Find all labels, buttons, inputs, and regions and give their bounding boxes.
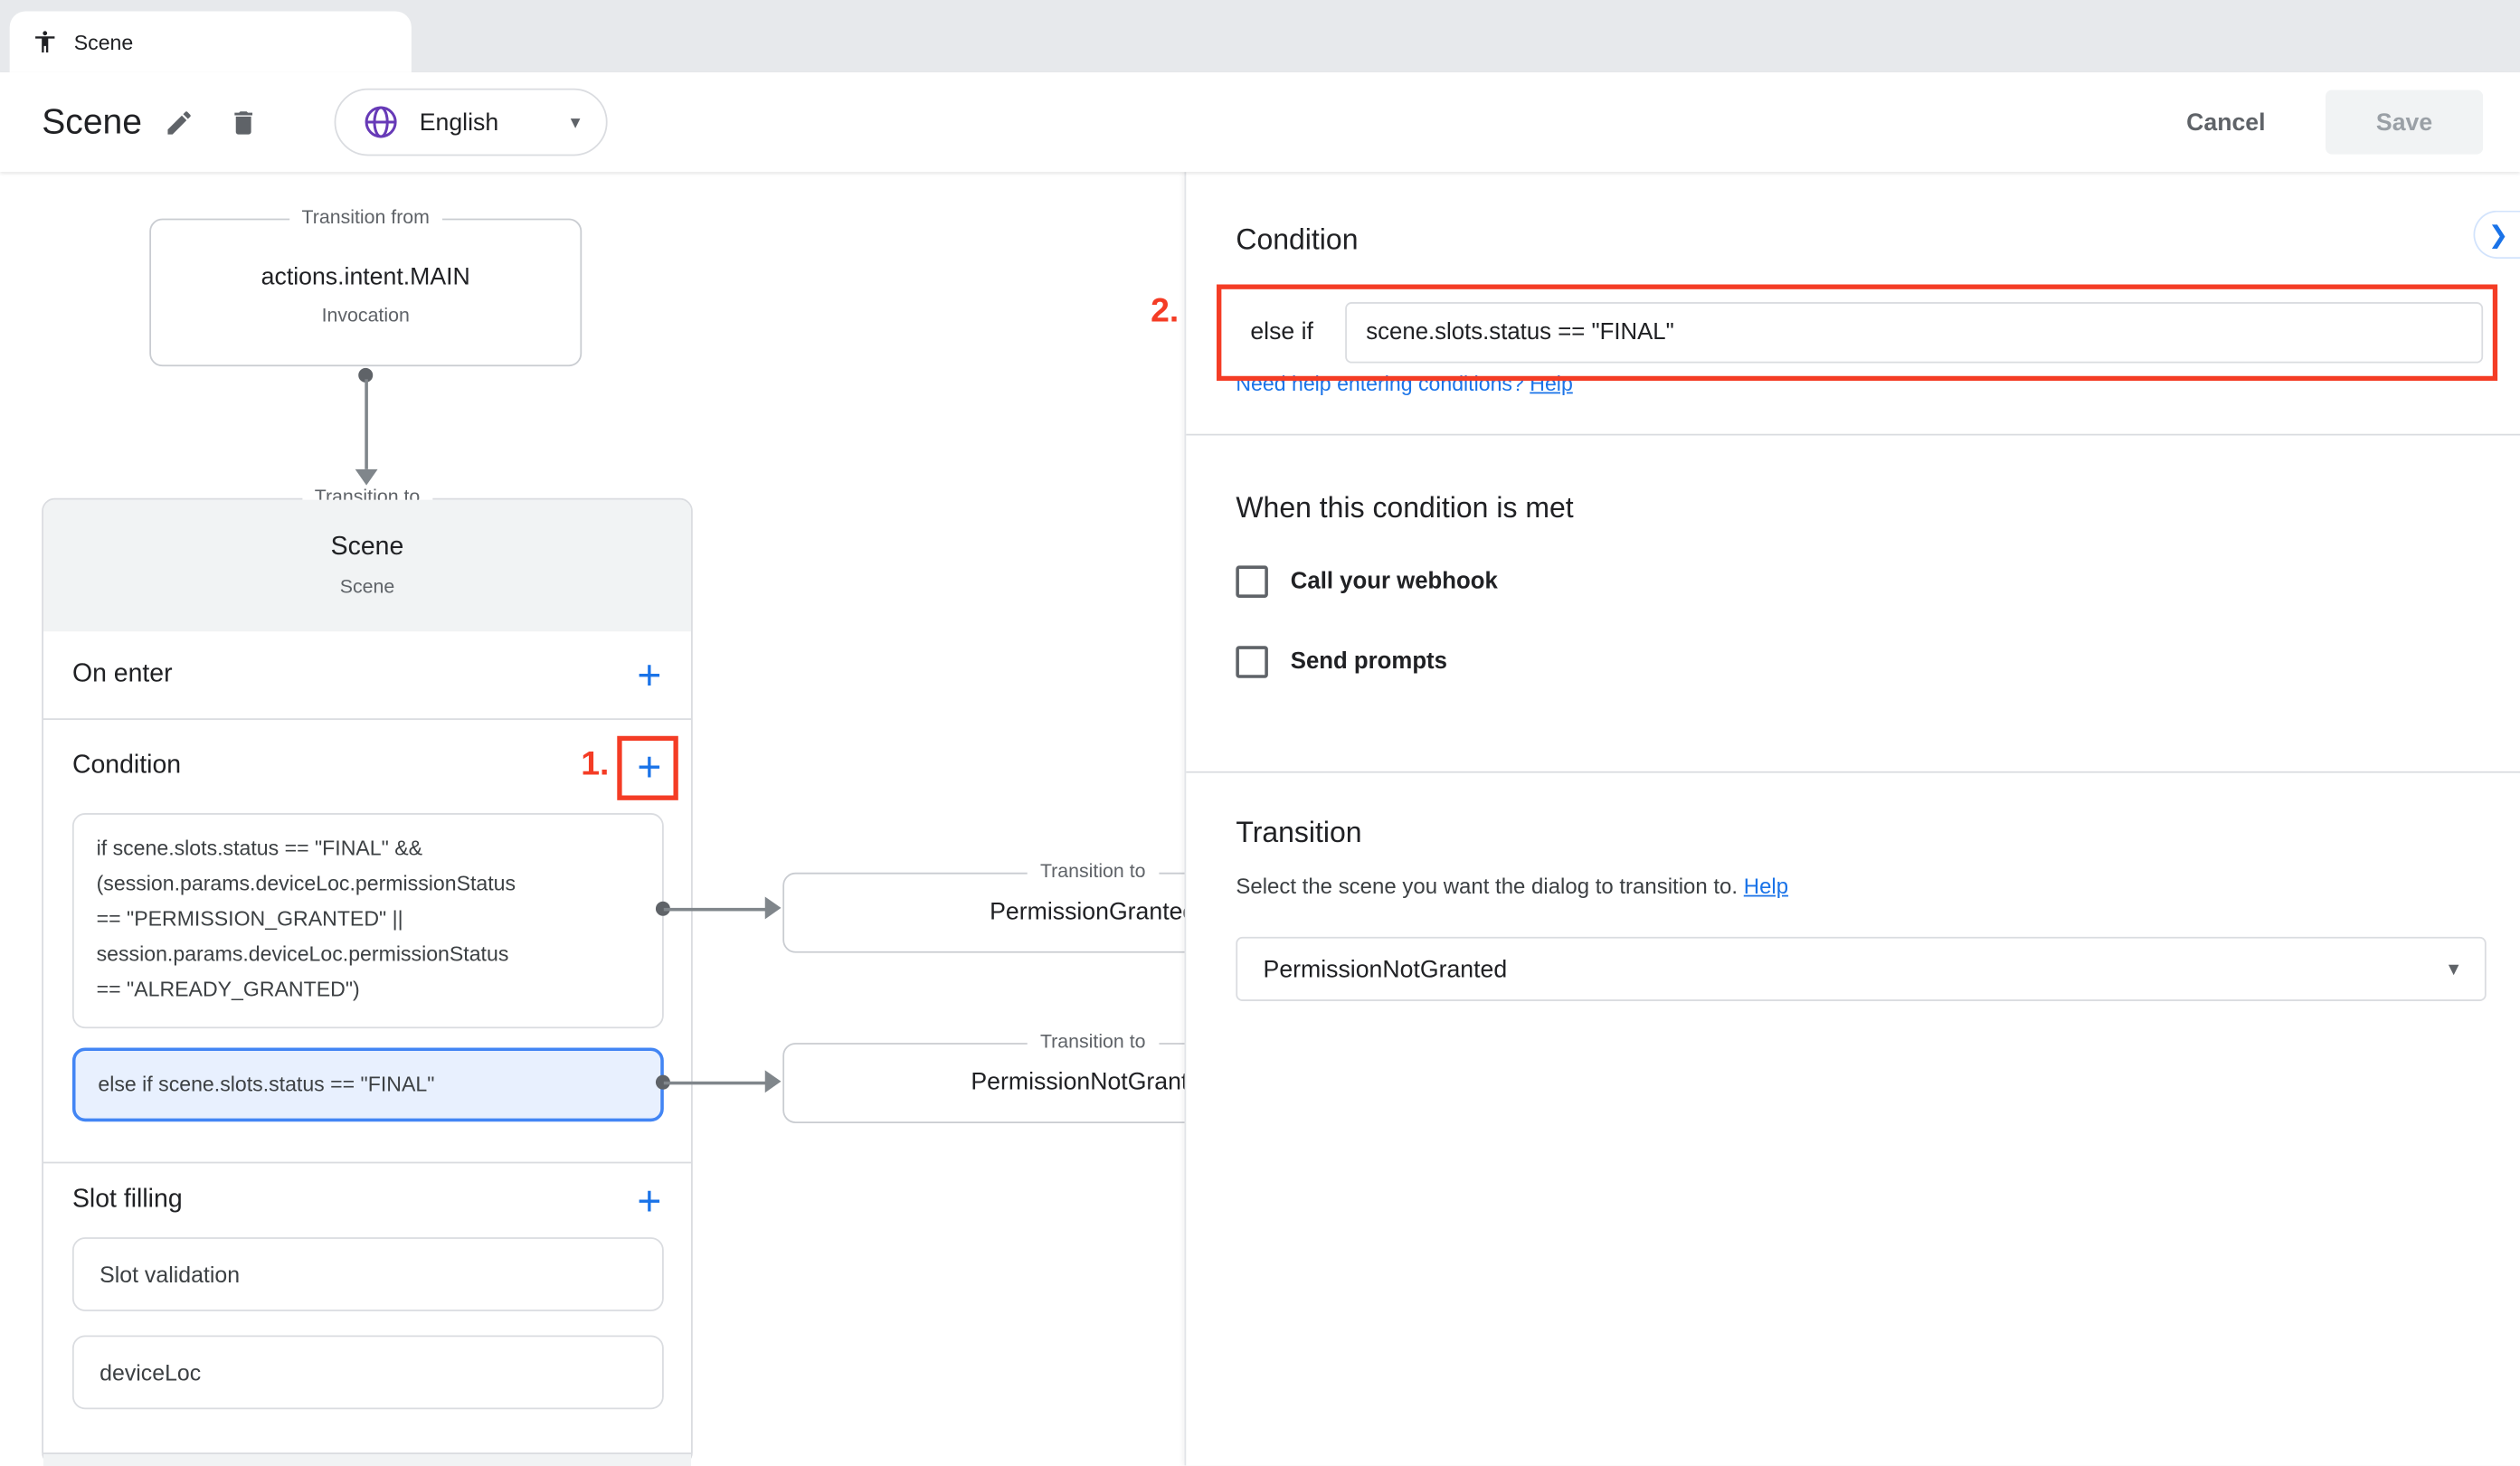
condition-expression-input[interactable]: [1345, 302, 2483, 364]
connector-line: [664, 1082, 767, 1085]
transition-help-line: Select the scene you want the dialog to …: [1236, 875, 1788, 899]
condition-section: Condition +: [43, 720, 691, 813]
condition-heading: Condition: [1236, 223, 1358, 257]
intent-name: actions.intent.MAIN: [151, 263, 580, 290]
scene-card-header: Scene Scene: [43, 500, 691, 632]
add-condition-button[interactable]: +: [623, 741, 675, 792]
language-selector[interactable]: English ▾: [335, 89, 608, 156]
slot-filling-section: Slot filling +: [43, 1162, 691, 1238]
help-text: Need help entering conditions?: [1236, 371, 1523, 395]
tab-title: Scene: [74, 30, 134, 54]
connector-arrowhead-icon: [765, 1070, 782, 1092]
scene-node-subtitle: Scene: [43, 575, 691, 598]
chevron-right-icon: ❯: [2488, 220, 2508, 249]
transition-scene-select[interactable]: PermissionNotGranted ▾: [1236, 937, 2486, 1001]
transition-heading: Transition: [1236, 817, 1361, 850]
caret-down-icon: ▾: [2449, 956, 2459, 981]
slot-validation-item[interactable]: Slot validation: [72, 1237, 664, 1311]
condition-item-2-selected[interactable]: else if scene.slots.status == "FINAL": [72, 1047, 664, 1121]
page-title: Scene: [42, 72, 142, 172]
condition-help-line: Need help entering conditions? Help: [1236, 371, 1572, 395]
intent-type: Invocation: [151, 304, 580, 326]
add-on-enter-button[interactable]: +: [623, 649, 675, 701]
edit-scene-button[interactable]: [155, 98, 203, 146]
connector-arrowhead-icon: [765, 896, 782, 919]
on-enter-section: On enter +: [43, 631, 691, 720]
on-enter-title: On enter: [72, 660, 173, 689]
send-prompts-checkbox[interactable]: [1236, 646, 1268, 678]
transition-help-link[interactable]: Help: [1744, 875, 1788, 899]
language-label: English: [420, 109, 571, 136]
call-webhook-checkbox[interactable]: [1236, 565, 1268, 598]
transition-from-chip: Transition from: [289, 205, 442, 228]
accessibility-person-icon: [33, 29, 58, 54]
connector-line: [365, 379, 368, 469]
delete-scene-button[interactable]: [219, 98, 267, 146]
condition-detail-panel: ❯ Condition else if Need help entering c…: [1184, 172, 2520, 1465]
scene-tab[interactable]: Scene: [10, 11, 412, 72]
transition-select-value: PermissionNotGranted: [1264, 955, 1508, 982]
globe-icon: [362, 103, 401, 142]
save-button[interactable]: Save: [2326, 90, 2483, 155]
add-slot-button[interactable]: +: [623, 1174, 675, 1225]
panel-divider: [1186, 771, 2520, 773]
next-section-peek: [43, 1452, 691, 1466]
scene-node-title: Scene: [43, 534, 691, 563]
scene-node-card: Transition to Scene Scene On enter + Con…: [42, 498, 693, 1466]
condition-help-link[interactable]: Help: [1530, 371, 1573, 395]
send-prompts-label: Send prompts: [1291, 646, 1447, 678]
slot-filling-title: Slot filling: [72, 1185, 183, 1214]
pencil-icon: [163, 107, 194, 137]
condition-section-title: Condition: [72, 752, 181, 781]
connector-arrowhead-icon: [355, 469, 378, 486]
condition-item-1[interactable]: if scene.slots.status == "FINAL" && (ses…: [72, 813, 664, 1028]
connector-line: [664, 908, 767, 912]
collapse-panel-button[interactable]: ❯: [2473, 211, 2520, 259]
transition-to-chip: Transition to: [1028, 860, 1159, 883]
panel-divider: [1186, 434, 2520, 436]
invocation-node[interactable]: Transition from actions.intent.MAIN Invo…: [149, 219, 582, 366]
transition-help-text: Select the scene you want the dialog to …: [1236, 875, 1738, 899]
app-window: Scene Scene English ▾ Cancel Save Transi…: [0, 0, 2520, 1465]
caret-down-icon: ▾: [571, 111, 581, 134]
condition-operator-label: else if: [1250, 302, 1313, 364]
browser-tab-bar: Scene: [0, 0, 2520, 72]
trash-icon: [227, 107, 258, 137]
transition-to-chip: Transition to: [1028, 1030, 1159, 1053]
call-webhook-label: Call your webhook: [1291, 565, 1498, 598]
scene-header: Scene English ▾ Cancel Save: [0, 72, 2520, 172]
slot-deviceloc-item[interactable]: deviceLoc: [72, 1336, 664, 1410]
cancel-button[interactable]: Cancel: [2173, 98, 2278, 146]
when-met-heading: When this condition is met: [1236, 492, 1573, 525]
